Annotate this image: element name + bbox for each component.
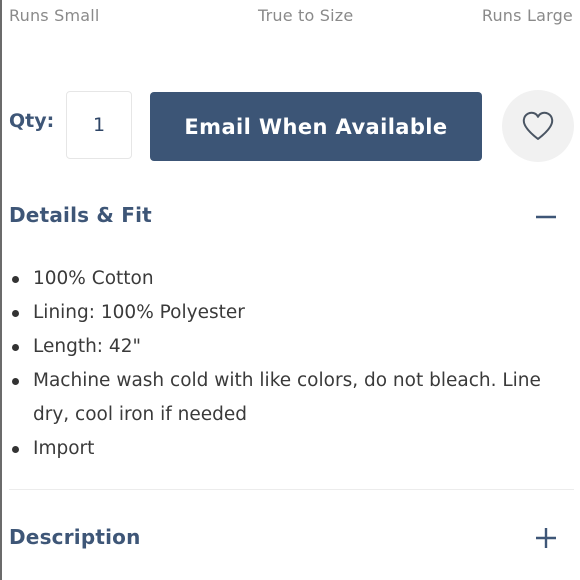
bullet-icon	[12, 276, 19, 283]
bullet-icon	[12, 310, 19, 317]
details-fit-heading[interactable]: Details & Fit	[9, 203, 152, 227]
list-item-text: 100% Cotton	[33, 268, 154, 289]
section-divider	[9, 489, 574, 490]
bullet-icon	[12, 446, 19, 453]
list-item-text: Lining: 100% Polyester	[33, 302, 245, 323]
qty-label: Qty:	[9, 110, 55, 132]
fit-scale-runs-small: Runs Small	[9, 6, 100, 25]
wishlist-button[interactable]	[502, 90, 574, 162]
email-when-available-button[interactable]: Email When Available	[150, 92, 482, 161]
product-detail-panel: Runs Small True to Size Runs Large Qty: …	[0, 0, 580, 580]
list-item-text: Machine wash cold with like colors, do n…	[33, 370, 541, 425]
plus-icon[interactable]	[535, 527, 557, 549]
list-item: Import	[0, 432, 580, 466]
bullet-icon	[12, 378, 19, 385]
heart-outline-icon	[522, 111, 554, 140]
details-list: 100% Cotton Lining: 100% Polyester Lengt…	[0, 262, 580, 466]
minus-icon[interactable]	[535, 206, 557, 228]
fit-scale: Runs Small True to Size Runs Large	[9, 6, 573, 25]
description-heading[interactable]: Description	[9, 525, 141, 549]
list-item: 100% Cotton	[0, 262, 580, 296]
list-item: Machine wash cold with like colors, do n…	[0, 364, 580, 432]
bullet-icon	[12, 344, 19, 351]
fit-scale-true-to-size: True to Size	[257, 6, 354, 25]
list-item-text: Import	[33, 438, 95, 459]
quantity-input[interactable]: 1	[66, 91, 132, 159]
list-item: Length: 42"	[0, 330, 580, 364]
list-item: Lining: 100% Polyester	[0, 296, 580, 330]
fit-scale-runs-large: Runs Large	[481, 6, 573, 25]
list-item-text: Length: 42"	[33, 336, 141, 357]
